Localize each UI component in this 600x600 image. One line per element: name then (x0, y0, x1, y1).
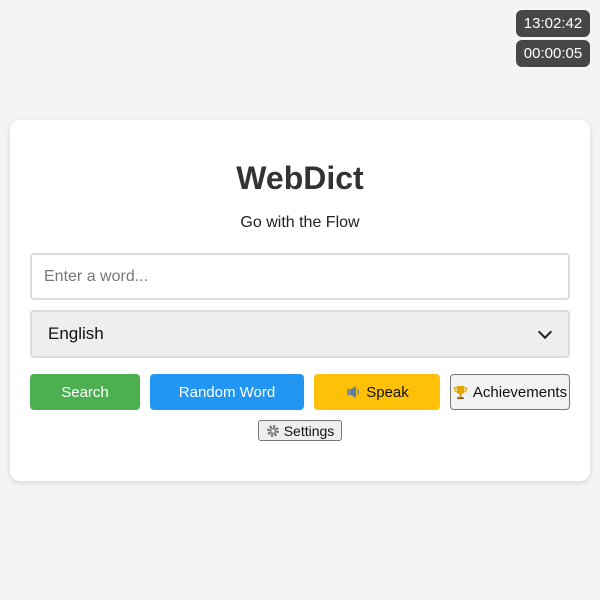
language-selected-value: English (48, 324, 104, 343)
achievements-button[interactable]: Achievements (450, 374, 570, 410)
session-timer: 00:00:05 (516, 40, 590, 67)
app-tagline: Go with the Flow (240, 214, 360, 231)
speaker-icon (345, 384, 361, 400)
random-word-button[interactable]: Random Word (150, 374, 304, 410)
word-search-input[interactable] (30, 253, 570, 300)
speak-button-label: Speak (366, 383, 409, 401)
speak-button[interactable]: Speak (314, 374, 440, 410)
random-word-button-label: Random Word (178, 383, 276, 401)
settings-button[interactable]: Settings (258, 420, 342, 441)
chevron-down-icon (537, 324, 553, 340)
clock-time: 13:02:42 (516, 10, 590, 37)
gear-icon (266, 424, 280, 438)
trophy-icon (453, 385, 468, 400)
search-button-label: Search (61, 383, 109, 401)
settings-button-label: Settings (283, 422, 335, 439)
achievements-button-label: Achievements (472, 383, 568, 401)
search-button[interactable]: Search (30, 374, 140, 410)
page: 13:02:42 00:00:05 WebDict Go with the Fl… (0, 0, 600, 600)
app-title: WebDict (236, 160, 364, 196)
dictionary-card: WebDict Go with the Flow English Search … (10, 120, 590, 481)
language-select[interactable]: English (30, 310, 570, 358)
